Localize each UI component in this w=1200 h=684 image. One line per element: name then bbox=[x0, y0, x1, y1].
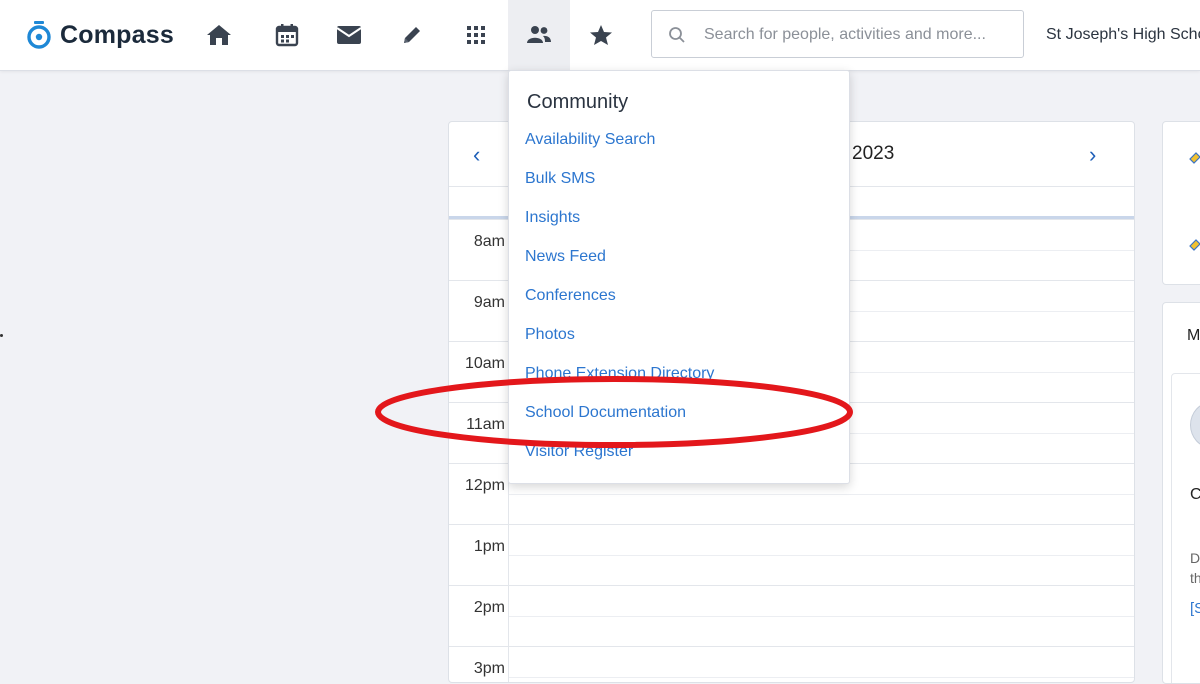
top-navigation-bar: Compass Search for people, activities an… bbox=[0, 0, 1200, 71]
mail-nav-button[interactable] bbox=[318, 0, 380, 70]
mail-icon bbox=[336, 26, 362, 44]
menu-item-bulk-sms[interactable]: Bulk SMS bbox=[525, 168, 714, 207]
home-nav-button[interactable] bbox=[188, 0, 250, 70]
menu-item-news-feed[interactable]: News Feed bbox=[525, 246, 714, 285]
hour-label: 12pm bbox=[464, 477, 505, 494]
side-card-news: M C D th [S bbox=[1162, 302, 1200, 684]
menu-item-insights[interactable]: Insights bbox=[525, 207, 714, 246]
grid-icon bbox=[467, 26, 485, 44]
menu-item-photos[interactable]: Photos bbox=[525, 324, 714, 363]
search-icon bbox=[669, 27, 685, 43]
home-icon bbox=[207, 25, 231, 45]
hour-label: 1pm bbox=[473, 538, 505, 555]
pencil-icon bbox=[1189, 239, 1200, 251]
calendar-nav-button[interactable] bbox=[256, 0, 318, 70]
hour-row[interactable]: 3pm bbox=[449, 646, 1134, 682]
edit-nav-button[interactable] bbox=[381, 0, 443, 70]
favourites-nav-button[interactable] bbox=[570, 0, 632, 70]
hour-label: 9am bbox=[473, 294, 505, 311]
search-input[interactable] bbox=[702, 11, 1016, 59]
text-fragment: D bbox=[1190, 550, 1200, 566]
calendar-title: 2023 bbox=[852, 143, 895, 164]
people-icon bbox=[527, 26, 551, 43]
logo-text: Compass bbox=[60, 20, 174, 49]
half-hour-line bbox=[509, 494, 1134, 495]
hour-label: 11am bbox=[466, 416, 505, 433]
global-search[interactable] bbox=[651, 10, 1024, 59]
hour-label: 3pm bbox=[473, 660, 505, 677]
community-dropdown-menu: Community Availability Search Bulk SMS I… bbox=[508, 70, 850, 484]
avatar bbox=[1190, 402, 1200, 448]
link-fragment[interactable]: [S bbox=[1190, 600, 1200, 617]
menu-item-phone-extension-directory[interactable]: Phone Extension Directory bbox=[525, 363, 714, 402]
half-hour-line bbox=[509, 677, 1134, 678]
dropdown-heading: Community bbox=[527, 91, 629, 113]
star-icon bbox=[590, 25, 612, 45]
text-fragment: th bbox=[1190, 570, 1200, 586]
hour-row[interactable]: 2pm bbox=[449, 585, 1134, 646]
previous-button[interactable]: ‹ bbox=[473, 142, 480, 168]
pencil-icon bbox=[1189, 152, 1200, 164]
dropdown-list: Availability Search Bulk SMS Insights Ne… bbox=[525, 129, 714, 480]
news-item-card[interactable]: C D th [S bbox=[1171, 373, 1200, 683]
calendar-icon bbox=[275, 24, 299, 47]
half-hour-line bbox=[509, 616, 1134, 617]
menu-item-availability-search[interactable]: Availability Search bbox=[525, 129, 714, 168]
edge-dot bbox=[0, 334, 3, 337]
menu-item-school-documentation[interactable]: School Documentation bbox=[525, 402, 714, 441]
compass-logo[interactable]: Compass bbox=[26, 16, 174, 54]
text-fragment: C bbox=[1190, 486, 1200, 504]
community-nav-button[interactable] bbox=[508, 0, 570, 70]
half-hour-line bbox=[509, 555, 1134, 556]
card-heading-fragment: M bbox=[1187, 327, 1200, 344]
next-button[interactable]: › bbox=[1089, 142, 1096, 168]
side-card-tasks bbox=[1162, 121, 1200, 285]
pencil-icon bbox=[404, 27, 420, 43]
hour-label: 2pm bbox=[473, 599, 505, 616]
hour-row[interactable]: 1pm bbox=[449, 524, 1134, 585]
school-name[interactable]: St Joseph's High Scho bbox=[1046, 26, 1200, 44]
hour-label: 10am bbox=[464, 355, 505, 372]
menu-item-conferences[interactable]: Conferences bbox=[525, 285, 714, 324]
hour-label: 8am bbox=[473, 233, 505, 250]
compass-logo-icon bbox=[27, 21, 51, 49]
menu-item-visitor-register[interactable]: Visitor Register bbox=[525, 441, 714, 480]
apps-nav-button[interactable] bbox=[445, 0, 507, 70]
